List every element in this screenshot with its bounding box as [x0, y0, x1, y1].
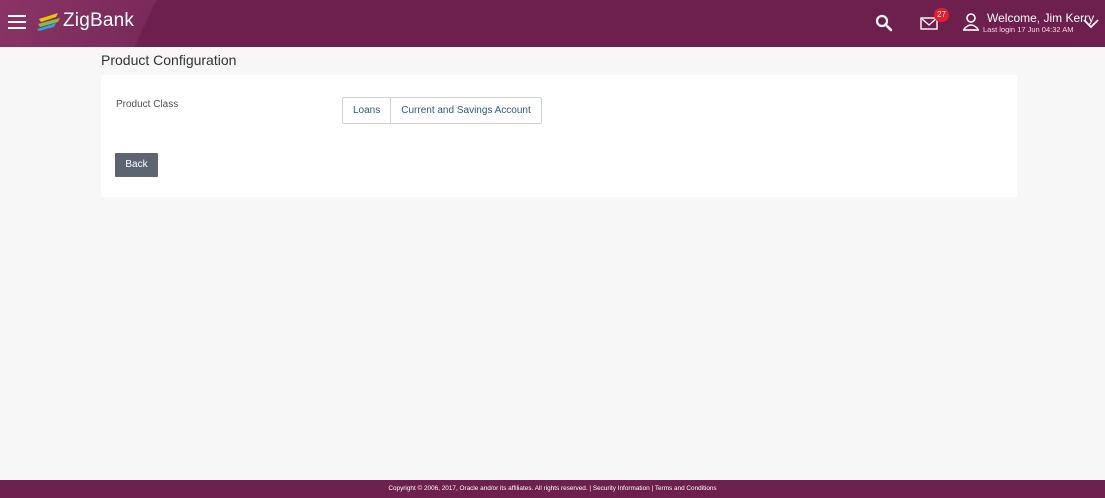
security-information-link[interactable]: Security Information — [593, 485, 650, 492]
chevron-down-icon[interactable] — [1082, 17, 1100, 29]
product-class-selector: Loans Current and Savings Account — [342, 97, 542, 124]
top-navbar: ZigBank 27 Welcome, Jim Kerry Last login… — [0, 0, 1105, 47]
zigbank-logo-icon — [37, 13, 60, 31]
terms-and-conditions-link[interactable]: Terms and Conditions — [655, 485, 717, 492]
product-class-label: Product Class — [116, 99, 179, 110]
last-login-text: Last login 17 Jun 04:32 AM — [983, 25, 1074, 34]
brand-name[interactable]: ZigBank — [63, 10, 134, 32]
page-title: Product Configuration — [101, 52, 237, 68]
option-casa[interactable]: Current and Savings Account — [390, 98, 541, 123]
back-button[interactable]: Back — [115, 153, 158, 177]
option-loans[interactable]: Loans — [343, 98, 390, 123]
copyright-text: Copyright © 2006, 2017, Oracle and/or it… — [388, 485, 588, 492]
search-icon[interactable] — [874, 13, 894, 33]
user-icon[interactable] — [962, 12, 980, 32]
product-configuration-card: Product Class Loans Current and Savings … — [101, 75, 1017, 197]
notification-badge: 27 — [934, 8, 949, 22]
footer: Copyright © 2006, 2017, Oracle and/or it… — [0, 480, 1105, 498]
menu-icon[interactable] — [6, 11, 28, 33]
welcome-text: Welcome, Jim Kerry — [987, 11, 1095, 25]
